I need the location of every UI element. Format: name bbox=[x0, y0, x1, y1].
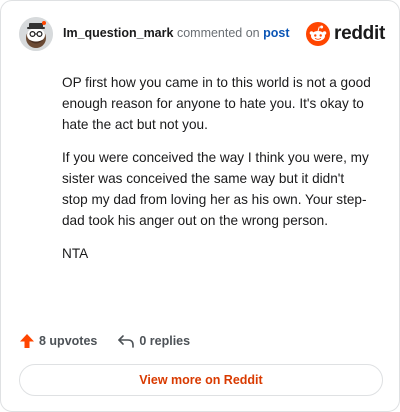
view-more-button[interactable]: View more on Reddit bbox=[19, 364, 383, 396]
reply-arrow-icon bbox=[118, 335, 135, 348]
reply-count: 0 replies bbox=[139, 334, 191, 348]
comment-actions: 8 upvotes 0 replies bbox=[19, 331, 190, 351]
reddit-logo-icon bbox=[306, 22, 331, 46]
comment-header: Im_question_mark commented on post reddi… bbox=[19, 17, 385, 51]
upvote-button[interactable]: 8 upvotes bbox=[19, 333, 97, 349]
username-link[interactable]: Im_question_mark bbox=[63, 26, 173, 40]
post-link[interactable]: post bbox=[263, 26, 289, 40]
comment-paragraph: OP first how you came in to this world i… bbox=[62, 75, 371, 132]
user-avatar[interactable] bbox=[19, 17, 53, 51]
comment-paragraph: NTA bbox=[62, 246, 89, 261]
comment-embed-card: Im_question_mark commented on post reddi… bbox=[0, 0, 400, 412]
snoo-avatar-icon bbox=[19, 17, 53, 51]
brand-wordmark: reddit bbox=[334, 23, 385, 44]
comment-meta: Im_question_mark commented on post bbox=[63, 26, 290, 40]
comment-paragraph: If you were conceived the way I think yo… bbox=[62, 150, 369, 228]
upvote-arrow-icon bbox=[20, 334, 34, 348]
action-verb: commented on bbox=[176, 26, 260, 40]
reddit-brand[interactable]: reddit bbox=[306, 21, 385, 47]
replies-button[interactable]: 0 replies bbox=[117, 333, 190, 349]
upvote-count: 8 upvotes bbox=[39, 334, 98, 348]
comment-body: OP first how you came in to this world i… bbox=[62, 72, 372, 276]
